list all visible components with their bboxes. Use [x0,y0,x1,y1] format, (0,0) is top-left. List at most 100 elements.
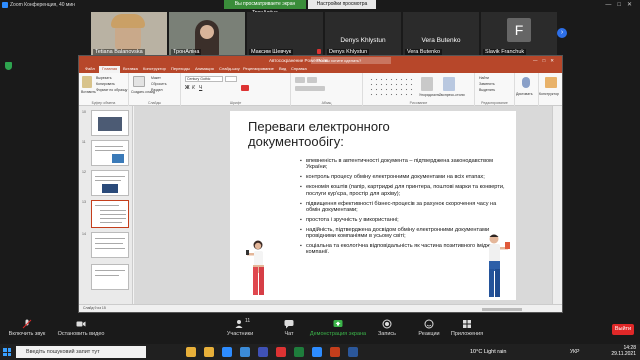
unmute-button[interactable]: Включить звук [2,316,52,344]
app-icon[interactable] [276,347,286,357]
folder-icon[interactable] [204,347,214,357]
participants-button[interactable]: Участники 11 [222,316,258,344]
participant-tile[interactable]: Максим Шевчук [247,12,323,56]
share-screen-label: Демонстрация экрана [309,331,367,337]
tab-file[interactable]: Файл [85,66,95,71]
slide-thumbnail[interactable] [91,110,129,136]
view-settings-button[interactable]: Настройки просмотра [308,0,376,9]
designer-icon[interactable] [545,77,557,88]
quick-styles-button[interactable]: Экспресс-стили [439,93,465,97]
record-button[interactable]: Запись [374,316,400,344]
group-label: Слайды [147,101,162,105]
italic-button[interactable]: К [192,85,195,91]
thumb-number: 10 [82,110,86,114]
font-size-field[interactable] [225,76,237,82]
slide-thumbnail[interactable] [91,140,129,166]
font-name-field[interactable]: Century Gothic [185,76,223,82]
word-taskbar-icon[interactable] [348,347,358,357]
leave-button[interactable]: Выйти [612,324,634,335]
find-button[interactable]: Найти [479,76,489,80]
dictate-mic-icon[interactable] [522,77,530,88]
slide-thumbnail[interactable] [91,264,129,290]
underline-button[interactable]: Ч [199,85,202,91]
share-banner: Вы просматриваете экран ТронАлёна [224,0,306,16]
participant-tile[interactable]: Tetiana Balanovska [91,12,167,56]
ppt-title-bar: Автосохранение PowerPoint Что вы хотите … [79,56,562,65]
bold-button[interactable]: Ж [185,85,190,91]
tab-view[interactable]: Вид [279,66,286,71]
tab-transitions[interactable]: Переходы [171,66,190,71]
paste-icon[interactable] [82,76,92,88]
numbering-icon[interactable] [307,77,317,83]
participant-tile[interactable]: Vera Butenko Vera Butenko [403,12,479,56]
reactions-button[interactable]: Реакции [414,316,444,344]
tab-slideshow[interactable]: Слайд-шоу [219,66,240,71]
copy-button[interactable]: Копировать [96,82,115,86]
slide-bullets[interactable]: впевненість в автентичності документа – … [300,158,506,259]
zoom-slider[interactable] [482,308,522,311]
next-page-arrow-icon[interactable]: › [557,28,567,38]
tab-design[interactable]: Конструктор [143,66,166,71]
slide-title[interactable]: Переваги електронного документообігу: [248,119,488,149]
align-icons[interactable] [295,86,325,91]
apps-button[interactable]: Приложения [448,316,486,344]
cut-button[interactable]: Вырезать [96,76,112,80]
weather-widget[interactable]: 10°C Light rain [470,349,506,355]
participant-tile[interactable]: ТронАліна [169,12,245,56]
participants-label: Участники [226,331,254,337]
ppt-search-box[interactable]: Что вы хотите сделать? [311,57,391,64]
tab-review[interactable]: Рецензирование [243,66,274,71]
tab-help[interactable]: Справка [291,66,307,71]
paste-button[interactable]: Вставить [81,90,96,94]
stop-video-button[interactable]: Остановить видео [52,316,110,344]
quick-styles-icon[interactable] [443,77,455,91]
font-color-icon[interactable] [241,85,249,91]
designer-button[interactable]: Конструктор [539,92,559,96]
file-explorer-icon[interactable] [186,347,196,357]
powerpoint-taskbar-icon[interactable] [330,347,340,357]
thumb-text [100,214,126,215]
ppt-window-controls[interactable]: —□✕ [533,56,559,65]
tab-animation[interactable]: Анимация [195,66,214,71]
security-shield-icon[interactable] [5,62,12,70]
chat-button[interactable]: Чат [278,316,300,344]
layout-button[interactable]: Макет [151,76,161,80]
zoom-taskbar-icon[interactable] [312,347,322,357]
reset-button[interactable]: Сбросить [151,82,167,86]
replace-button[interactable]: Заменить [479,82,495,86]
bullets-icon[interactable] [295,77,305,83]
slide-thumbnail[interactable] [91,170,129,196]
section-button[interactable]: Раздел [151,88,163,92]
edge-browser-icon[interactable] [222,347,232,357]
clock[interactable]: 14:28 29.11.2021 [611,345,636,357]
thumb-image [102,184,118,193]
ppt-status-bar: Слайд 9 из 15 [79,304,562,312]
tab-insert[interactable]: Вставка [123,66,138,71]
slides-group: Создать слайд Макет Сбросить Раздел Слай… [129,73,181,106]
slide-thumbnail-selected[interactable] [91,200,129,228]
arrange-icon[interactable] [421,77,433,91]
current-slide[interactable]: Переваги електронного документообігу: вп… [230,111,516,300]
participant-tile[interactable]: Denys Khlystun Denys Khlystun [325,12,401,56]
participant-face [200,25,214,39]
dictate-button[interactable]: Диктовать [516,92,533,96]
participant-tile[interactable]: F Slavik Franchuk [481,12,557,56]
vertical-scrollbar[interactable] [552,106,562,305]
share-screen-button[interactable]: Демонстрация экрана [306,316,370,344]
excel-icon[interactable] [294,347,304,357]
shapes-gallery[interactable] [369,77,415,97]
window-controls[interactable]: —□✕ [605,1,638,8]
slide-thumbnail[interactable] [91,232,129,258]
input-language[interactable]: УКР [570,349,579,355]
new-slide-icon[interactable] [133,76,145,87]
video-camera-icon [76,321,86,327]
taskbar-search-input[interactable]: Введіть пошуковий запит тут [16,346,146,358]
format-painter-button[interactable]: Формат по образцу [96,88,127,92]
tab-home[interactable]: Главная [99,66,121,73]
app-icon[interactable] [240,347,250,357]
windows-start-icon[interactable] [3,348,11,356]
select-button[interactable]: Выделить [479,88,495,92]
group-label: Буфер обмена [91,101,116,105]
app-icon[interactable] [258,347,268,357]
arrange-button[interactable]: Упорядочить [419,93,440,97]
